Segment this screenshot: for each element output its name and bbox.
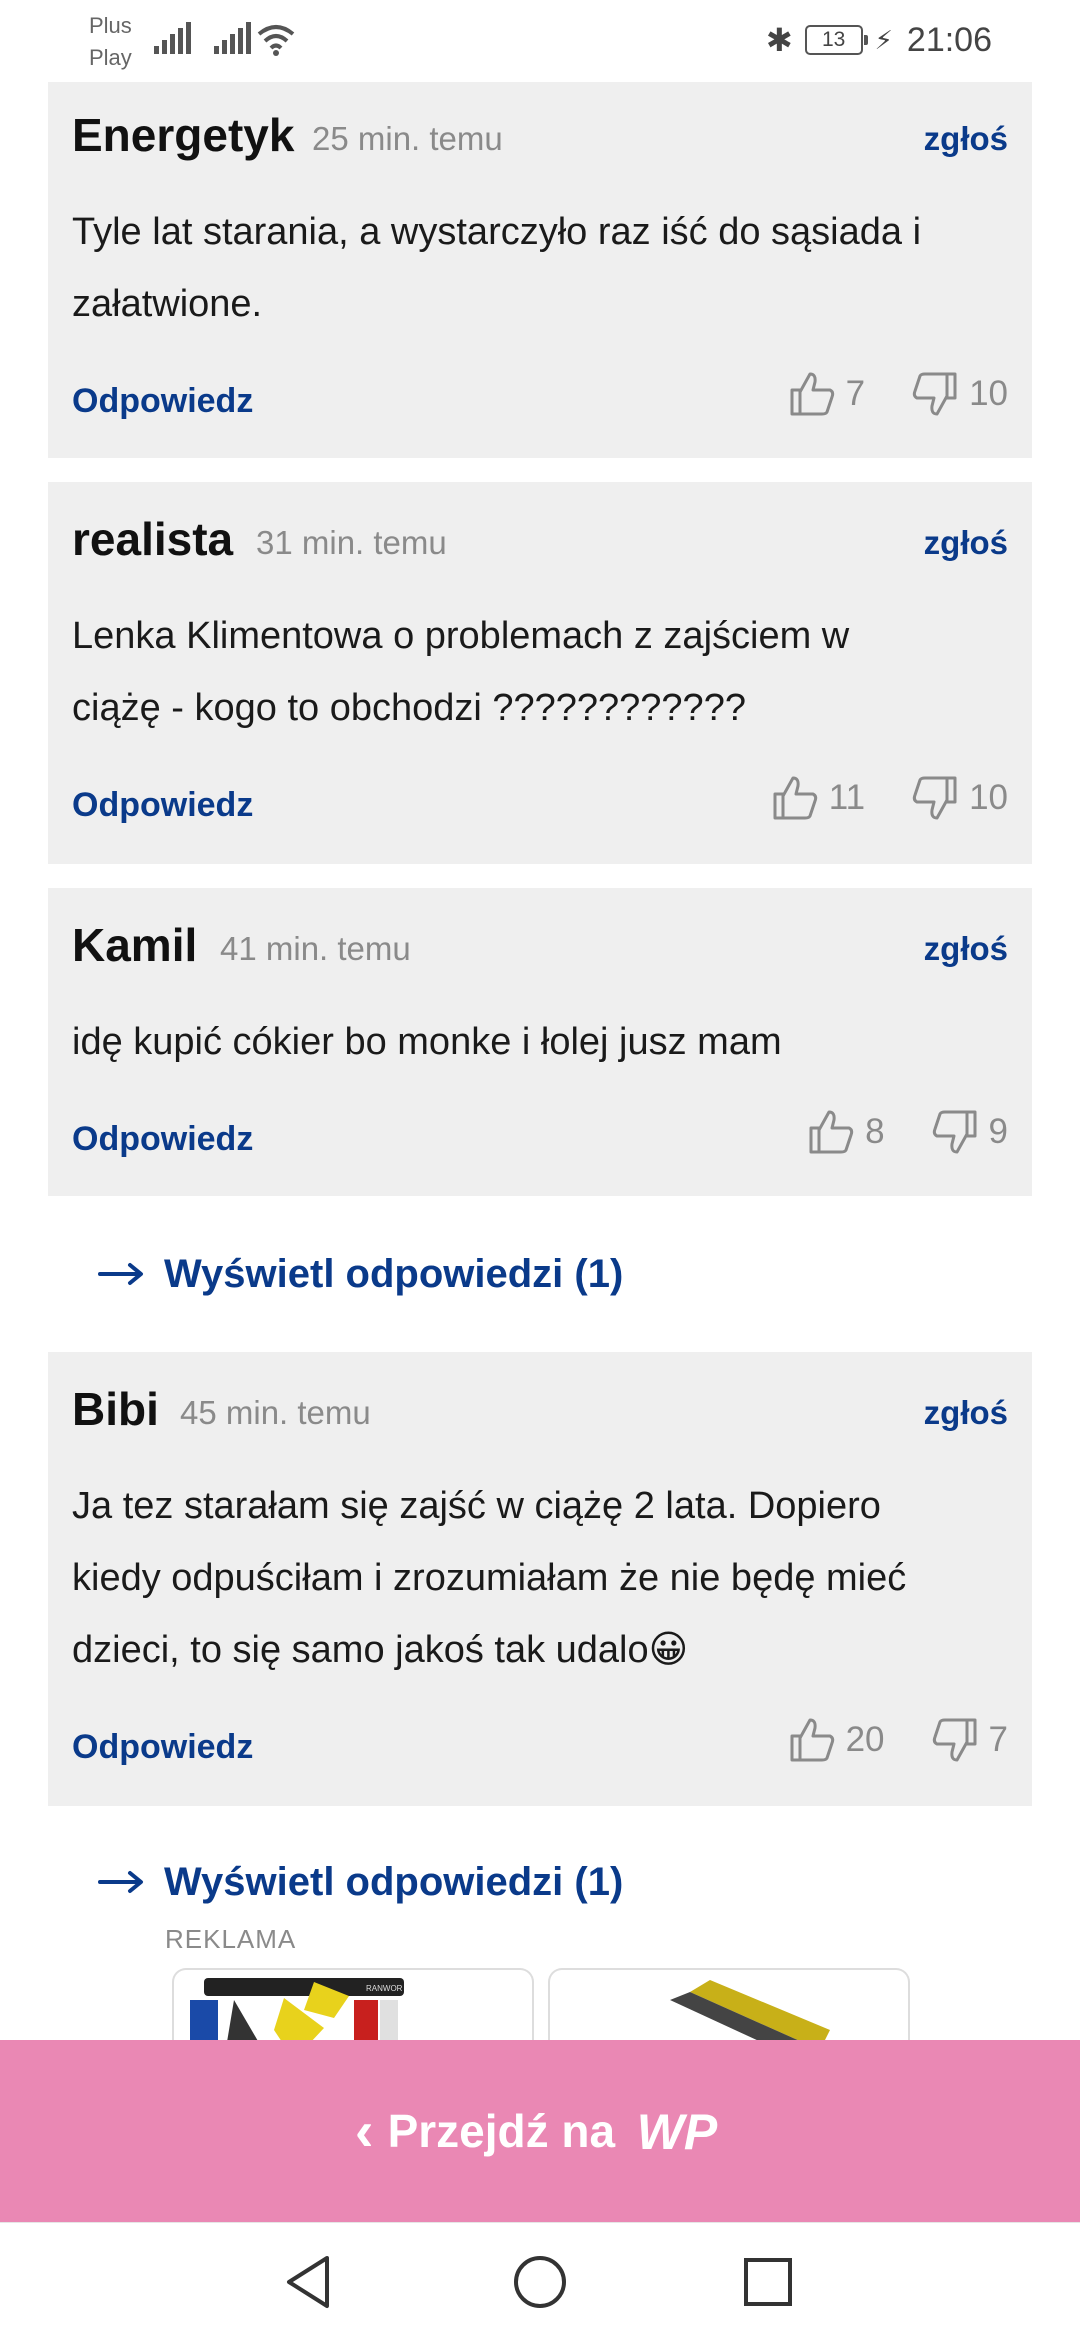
nav-back-icon — [287, 2256, 329, 2308]
dislike-count: 10 — [969, 778, 1008, 817]
thumbs-down-icon — [912, 372, 957, 416]
nav-back-button[interactable] — [248, 2223, 368, 2340]
report-link[interactable]: zgłoś — [924, 1394, 1008, 1432]
thumbs-down-icon — [932, 1718, 977, 1762]
ad-label: REKLAMA — [165, 1924, 297, 1954]
show-replies-link[interactable]: Wyświetl odpowiedzi (1) — [98, 1244, 623, 1304]
comment-body: Ja tez starałam się zajść w ciążę 2 lata… — [72, 1470, 1008, 1686]
battery-level: 13 — [821, 28, 846, 51]
vote-bar: 7 10 — [788, 366, 1008, 422]
ad-brand-text: RANWOR — [366, 1984, 403, 1993]
thumbs-up-icon — [773, 776, 817, 820]
dislike-button[interactable]: 9 — [931, 1108, 1008, 1156]
reply-link[interactable]: Odpowiedz — [72, 1120, 253, 1159]
comment-line: Lenka Klimentowa o problemach z zajściem… — [72, 615, 850, 657]
carrier-1: Plus — [89, 13, 132, 38]
dislike-count: 9 — [988, 1112, 1008, 1151]
bluetooth-icon: ✱ — [765, 22, 793, 58]
nav-home-icon — [514, 2256, 566, 2308]
banner-label: Przejdź na — [387, 2105, 616, 2157]
comment-line: Ja tez starałam się zajść w ciążę 2 lata… — [72, 1485, 881, 1527]
thumbs-up-icon — [790, 372, 834, 416]
like-button[interactable]: 20 — [788, 1716, 885, 1764]
status-bar: Plus Play ✱ 13 ⚡ 21:06 — [0, 0, 1080, 78]
comment-line: idę kupić cókier bo monke i łolej jusz m… — [72, 1021, 782, 1063]
arrow-right-icon — [98, 1263, 143, 1285]
like-button[interactable]: 11 — [771, 774, 865, 822]
carrier-2: Play — [89, 45, 132, 70]
wp-logo-text: WP — [637, 2104, 718, 2159]
comment-body: idę kupić cókier bo monke i łolej jusz m… — [72, 1006, 1008, 1078]
charging-icon: ⚡ — [874, 24, 893, 55]
dislike-button[interactable]: 7 — [931, 1716, 1008, 1764]
show-replies-label: Wyświetl odpowiedzi (1) — [164, 1859, 624, 1904]
wifi-icon — [257, 25, 295, 56]
reply-link[interactable]: Odpowiedz — [72, 1728, 253, 1767]
comment-card: Kamil 41 min. temu zgłoś idę kupić cókie… — [48, 888, 1032, 1196]
thumbs-down-icon — [932, 1110, 977, 1154]
like-count: 11 — [828, 778, 866, 817]
vote-bar: 8 9 — [807, 1104, 1008, 1160]
thumbs-up-icon — [790, 1718, 834, 1762]
show-replies-label: Wyświetl odpowiedzi (1) — [164, 1251, 624, 1296]
battery-indicator: 13 — [804, 25, 868, 55]
comment-time: 45 min. temu — [180, 1394, 371, 1431]
signal-icon — [214, 22, 251, 54]
like-button[interactable]: 8 — [807, 1108, 885, 1156]
nav-recents-button[interactable] — [708, 2223, 828, 2340]
comment-body: Lenka Klimentowa o problemach z zajściem… — [72, 600, 1008, 744]
like-count: 20 — [845, 1720, 885, 1759]
system-nav-bar — [0, 2222, 1080, 2340]
like-button[interactable]: 7 — [788, 370, 865, 418]
dislike-button[interactable]: 10 — [911, 774, 1008, 822]
signal-icon — [154, 22, 191, 54]
comment-card: Energetyk 25 min. temu zgłoś Tyle lat st… — [48, 82, 1032, 458]
comment-author[interactable]: Energetyk — [72, 108, 294, 162]
comment-author[interactable]: Bibi — [72, 1382, 159, 1436]
clock: 21:06 — [906, 20, 992, 59]
comment-author[interactable]: realista — [72, 512, 233, 566]
report-link[interactable]: zgłoś — [924, 120, 1008, 158]
comment-line: kiedy odpuściłam i zrozumiałam że nie bę… — [72, 1557, 907, 1599]
nav-home-button[interactable] — [480, 2223, 600, 2340]
carrier-names: Plus Play — [89, 10, 132, 74]
comment-time: 31 min. temu — [256, 524, 447, 561]
reply-link[interactable]: Odpowiedz — [72, 382, 253, 421]
comment-body: Tyle lat starania, a wystarczyło raz iść… — [72, 196, 1008, 340]
thumbs-up-icon — [809, 1110, 854, 1154]
report-link[interactable]: zgłoś — [924, 524, 1008, 562]
arrow-right-icon — [98, 1871, 143, 1893]
wp-logo: WP — [637, 2104, 718, 2159]
comment-card: realista 31 min. temu zgłoś Lenka Klimen… — [48, 482, 1032, 864]
like-count: 8 — [865, 1112, 885, 1151]
show-replies-link[interactable]: Wyświetl odpowiedzi (1) — [98, 1852, 623, 1912]
dislike-count: 7 — [988, 1720, 1008, 1759]
status-right: ✱ 13 ⚡ 21:06 — [766, 18, 992, 62]
go-to-wp-banner[interactable]: ‹ Przejdź na WP — [0, 2040, 1080, 2222]
dislike-button[interactable]: 10 — [911, 370, 1008, 418]
comment-author[interactable]: Kamil — [72, 918, 197, 972]
comment-time: 25 min. temu — [312, 120, 503, 157]
page: Plus Play ✱ 13 ⚡ 21:06 Energetyk 25 min.… — [0, 0, 1080, 2340]
chevron-left-icon: ‹ — [354, 2099, 374, 2162]
like-count: 7 — [845, 374, 866, 413]
comment-card: Bibi 45 min. temu zgłoś Ja tez starałam … — [48, 1352, 1032, 1806]
thumbs-down-icon — [912, 776, 957, 820]
vote-bar: 11 10 — [771, 770, 1008, 826]
nav-recents-icon — [744, 2258, 792, 2306]
comment-line: Tyle lat starania, a wystarczyło raz iść… — [72, 211, 922, 253]
dislike-count: 10 — [969, 374, 1008, 413]
reply-link[interactable]: Odpowiedz — [72, 786, 253, 825]
report-link[interactable]: zgłoś — [924, 930, 1008, 968]
comment-time: 41 min. temu — [220, 930, 411, 967]
comment-line: ciążę - kogo to obchodzi ???????????? — [72, 687, 746, 729]
vote-bar: 20 7 — [788, 1712, 1008, 1768]
comment-line: dzieci, to się samo jakoś tak udalo😀 — [72, 1629, 689, 1671]
comment-line: załatwione. — [72, 283, 263, 325]
